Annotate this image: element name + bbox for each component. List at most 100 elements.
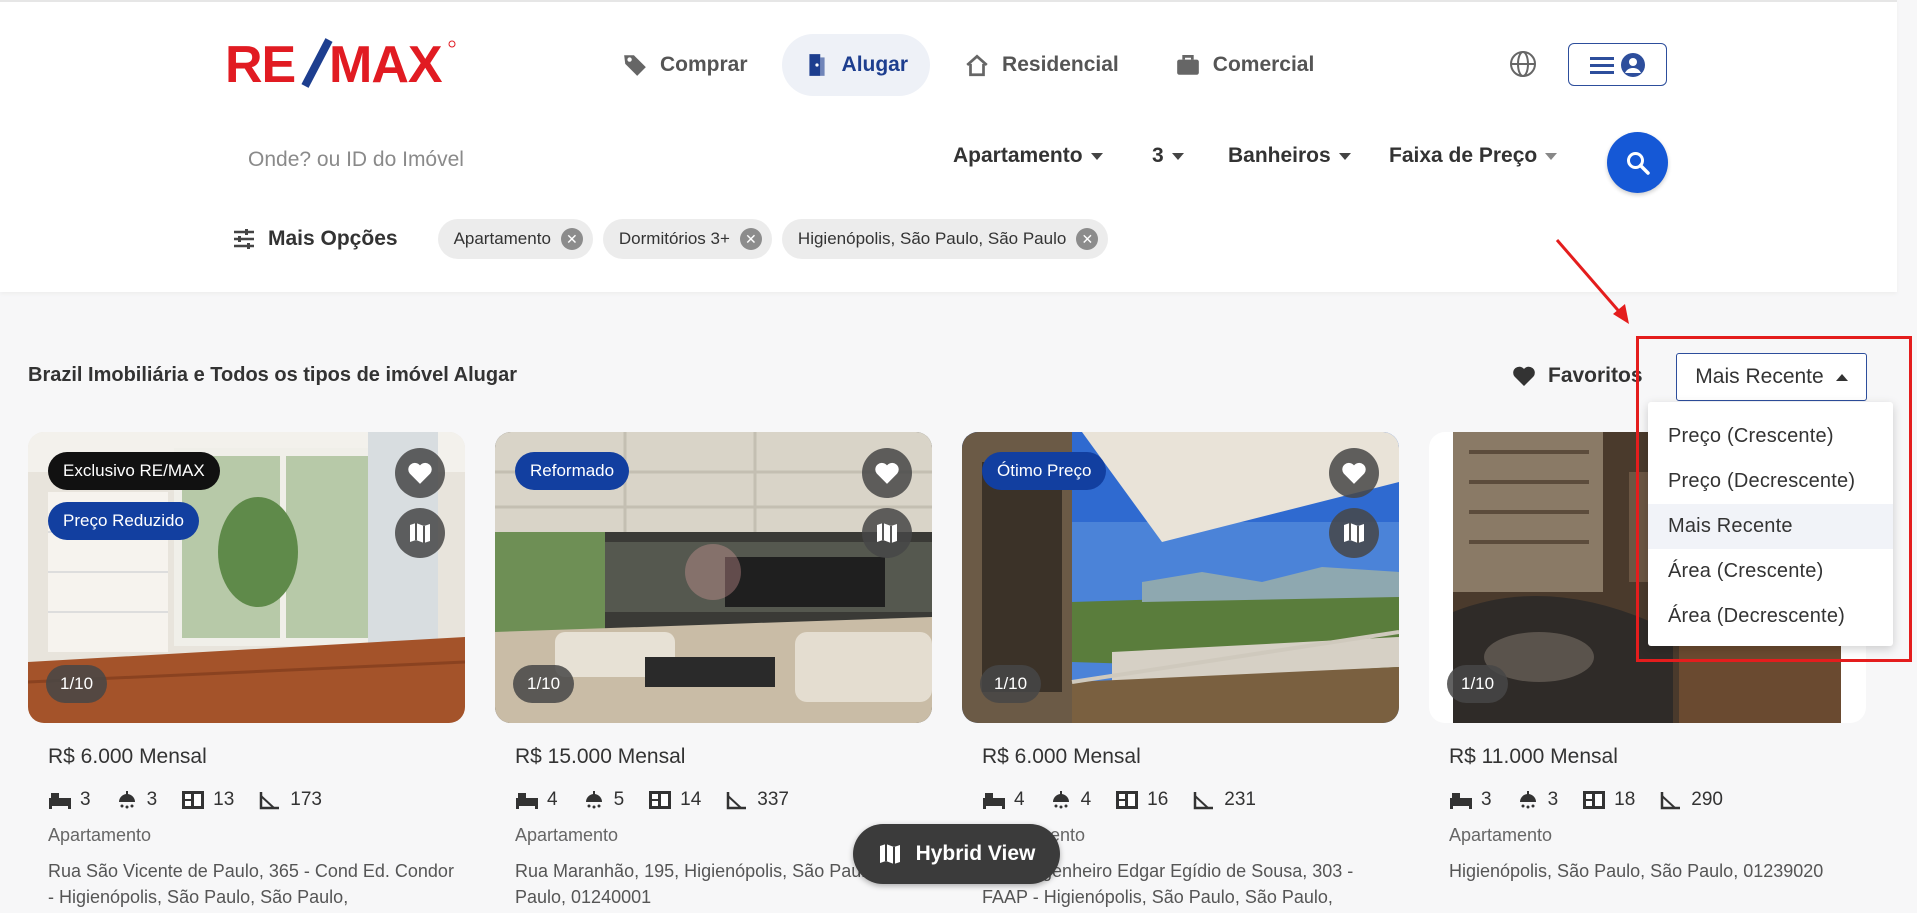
- favorite-button[interactable]: [395, 448, 445, 498]
- filter-chip: Dormitórios 3+ ✕: [602, 219, 772, 259]
- sort-option[interactable]: Preço (Crescente): [1648, 414, 1893, 459]
- listing-photo[interactable]: Ótimo Preço 1/10: [962, 432, 1399, 723]
- remax-logo[interactable]: RE MAX: [225, 38, 457, 88]
- more-options-label: Mais Opções: [268, 227, 398, 250]
- map-icon: [877, 523, 897, 543]
- nav-comprar[interactable]: Comprar: [600, 34, 770, 96]
- rooms-icon: [1583, 791, 1606, 809]
- close-icon[interactable]: ✕: [1076, 228, 1099, 250]
- filter-row: Mais Opções Apartamento ✕ Dormitórios 3+…: [232, 219, 1118, 259]
- close-icon[interactable]: ✕: [739, 228, 762, 250]
- annotation-arrow: [1555, 239, 1629, 324]
- badge-renovated: Reformado: [515, 452, 630, 490]
- favorite-button[interactable]: [1329, 448, 1379, 498]
- area-value: 173: [290, 789, 322, 810]
- account-menu-button[interactable]: [1568, 43, 1667, 86]
- listing-address: Higienópolis, São Paulo, São Paulo, 0123…: [1449, 861, 1824, 881]
- main-nav: Comprar Alugar Residencial Comercial: [600, 34, 1336, 96]
- nav-alugar[interactable]: Alugar: [781, 34, 931, 96]
- sort-option[interactable]: Área (Crescente): [1648, 549, 1893, 594]
- search-button[interactable]: [1607, 132, 1668, 193]
- bed-icon: [1450, 793, 1472, 809]
- listing-type: Apartamento: [1449, 825, 1553, 845]
- heart-icon: [1342, 462, 1366, 484]
- area-icon: [260, 792, 280, 810]
- nav-comercial[interactable]: Comercial: [1153, 34, 1337, 96]
- bed-icon: [49, 793, 71, 809]
- listing-price: R$ 11.000 Mensal: [1449, 745, 1618, 768]
- listing-stats: 3 3 13 173: [48, 789, 465, 811]
- listing-stats: 4 5 14 337: [515, 789, 932, 811]
- nav-residencial[interactable]: Residencial: [942, 34, 1141, 96]
- chevron-down-icon: [1090, 152, 1103, 160]
- svg-text:RE: RE: [225, 38, 295, 88]
- map-icon: [879, 844, 900, 864]
- bedrooms-label: 3: [1152, 144, 1164, 167]
- bathrooms-count: 3: [146, 789, 158, 810]
- location-search-input[interactable]: [228, 132, 828, 188]
- sort-option[interactable]: Preço (Decrescente): [1648, 459, 1893, 504]
- badge-price-reduced: Preço Reduzido: [48, 502, 199, 540]
- listing-price: R$ 6.000 Mensal: [48, 745, 207, 768]
- property-type-dropdown[interactable]: Apartamento: [953, 144, 1103, 168]
- property-type-label: Apartamento: [953, 144, 1083, 167]
- bathrooms-dropdown[interactable]: Banheiros: [1228, 144, 1351, 168]
- sort-dropdown[interactable]: Mais Recente: [1676, 353, 1867, 401]
- listing-address: Rua São Vicente de Paulo, 365 - Cond Ed.…: [48, 861, 454, 907]
- price-range-dropdown[interactable]: Faixa de Preço: [1389, 144, 1558, 168]
- door-icon: [808, 54, 825, 76]
- tag-icon: [624, 55, 646, 76]
- chip-label: Apartamento: [453, 229, 551, 248]
- heart-icon: [875, 462, 899, 484]
- area-value: 337: [757, 789, 789, 810]
- hamburger-icon: [1589, 56, 1614, 74]
- bedrooms-count: 3: [80, 789, 91, 810]
- nav-label: Comprar: [660, 53, 748, 76]
- shower-icon: [1052, 791, 1069, 809]
- rooms-count: 16: [1147, 789, 1169, 810]
- sort-option[interactable]: Mais Recente: [1648, 504, 1893, 549]
- bed-icon: [516, 793, 538, 809]
- heart-icon: [1513, 366, 1535, 386]
- rooms-count: 14: [680, 789, 702, 810]
- svg-text:MAX: MAX: [329, 38, 443, 88]
- rooms-icon: [182, 791, 205, 809]
- listing-photo[interactable]: Reformado 1/10: [495, 432, 932, 723]
- globe-icon[interactable]: [1508, 49, 1538, 79]
- map-button[interactable]: [395, 508, 445, 558]
- map-button[interactable]: [1329, 508, 1379, 558]
- badge-great-price: Ótimo Preço: [982, 452, 1107, 490]
- favorite-button[interactable]: [862, 448, 912, 498]
- listing-photo[interactable]: Exclusivo RE/MAX Preço Reduzido 1/10: [28, 432, 465, 723]
- price-range-label: Faixa de Preço: [1389, 144, 1538, 167]
- shower-icon: [1519, 791, 1536, 809]
- favorites-link[interactable]: Favoritos: [1512, 364, 1643, 388]
- rooms-count: 13: [213, 789, 235, 810]
- shower-icon: [585, 791, 602, 809]
- search-icon: [1626, 151, 1650, 175]
- photo-counter: 1/10: [46, 665, 108, 703]
- chevron-up-icon: [1835, 373, 1848, 381]
- bedrooms-count: 4: [547, 789, 558, 810]
- bedrooms-count: 4: [1014, 789, 1025, 810]
- bathrooms-count: 5: [613, 789, 625, 810]
- sort-option[interactable]: Área (Decrescente): [1648, 594, 1893, 639]
- photo-counter: 1/10: [980, 665, 1042, 703]
- chevron-down-icon: [1338, 152, 1351, 160]
- nav-label: Comercial: [1212, 53, 1315, 76]
- hybrid-view-button[interactable]: Hybrid View: [853, 824, 1060, 884]
- photo-counter: 1/10: [1447, 665, 1509, 703]
- chip-label: Dormitórios 3+: [618, 229, 730, 248]
- bedrooms-dropdown[interactable]: 3: [1152, 144, 1184, 168]
- area-value: 231: [1224, 789, 1256, 810]
- close-icon[interactable]: ✕: [560, 228, 583, 250]
- search-bar: Apartamento 3 Banheiros Faixa de Preço: [228, 132, 1668, 202]
- rooms-icon: [649, 791, 672, 809]
- listing-card[interactable]: Exclusivo RE/MAX Preço Reduzido 1/10 R$ …: [28, 432, 465, 910]
- sort-options-menu: Preço (Crescente) Preço (Decrescente) Ma…: [1648, 402, 1893, 646]
- map-button[interactable]: [862, 508, 912, 558]
- more-options-button[interactable]: Mais Opções: [232, 227, 398, 251]
- photo-counter: 1/10: [513, 665, 575, 703]
- listing-type: Apartamento: [48, 825, 152, 845]
- bathrooms-label: Banheiros: [1228, 144, 1331, 167]
